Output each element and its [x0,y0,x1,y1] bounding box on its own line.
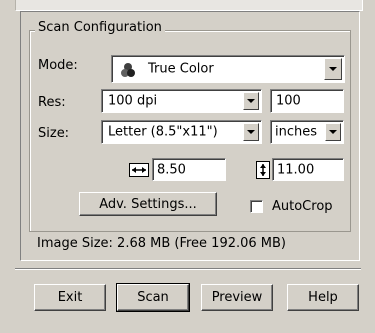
chevron-down-icon [329,130,337,134]
res-input-value: 100 [276,93,301,109]
color-mode-icon [120,62,136,81]
mode-label: Mode: [38,58,78,73]
res-label: Res: [38,95,66,110]
paper-size-value: Letter (8.5"x11") [108,124,218,140]
chevron-down-icon [329,67,337,71]
width-arrows-icon [129,163,149,180]
res-input[interactable]: 100 [270,89,344,113]
chevron-down-icon [247,99,255,103]
paper-size-dropdown[interactable]: Letter (8.5"x11") [101,120,262,144]
adv-settings-button[interactable]: Adv. Settings... [79,192,217,216]
separator [15,268,361,270]
exit-button[interactable]: Exit [34,284,106,311]
group-title: Scan Configuration [35,20,165,35]
top-panel-edge [15,0,363,11]
preview-button[interactable]: Preview [201,284,273,311]
scan-button[interactable]: Scan [116,283,190,312]
unit-dropdown-button[interactable] [325,123,341,141]
size-label: Size: [38,126,70,141]
autocrop-label: AutoCrop [272,199,333,214]
mode-value: True Color [148,61,214,77]
unit-value: inches [275,124,318,140]
height-input[interactable]: 11.00 [272,158,344,181]
width-value: 8.50 [157,162,186,177]
image-size-text: Image Size: 2.68 MB (Free 192.06 MB) [37,236,287,251]
res-dropdown-value: 100 dpi [108,93,158,109]
res-dropdown[interactable]: 100 dpi [101,89,262,113]
paper-size-dropdown-button[interactable] [243,123,259,141]
chevron-down-icon [247,130,255,134]
unit-dropdown[interactable]: inches [270,120,344,144]
width-input[interactable]: 8.50 [152,158,226,181]
res-dropdown-button[interactable] [243,92,259,110]
help-button[interactable]: Help [287,284,359,311]
height-arrows-icon [256,161,270,182]
height-value: 11.00 [277,162,315,177]
mode-dropdown-button[interactable] [324,58,342,80]
autocrop-checkbox[interactable] [250,200,263,213]
mode-dropdown[interactable]: True Color [111,55,345,83]
